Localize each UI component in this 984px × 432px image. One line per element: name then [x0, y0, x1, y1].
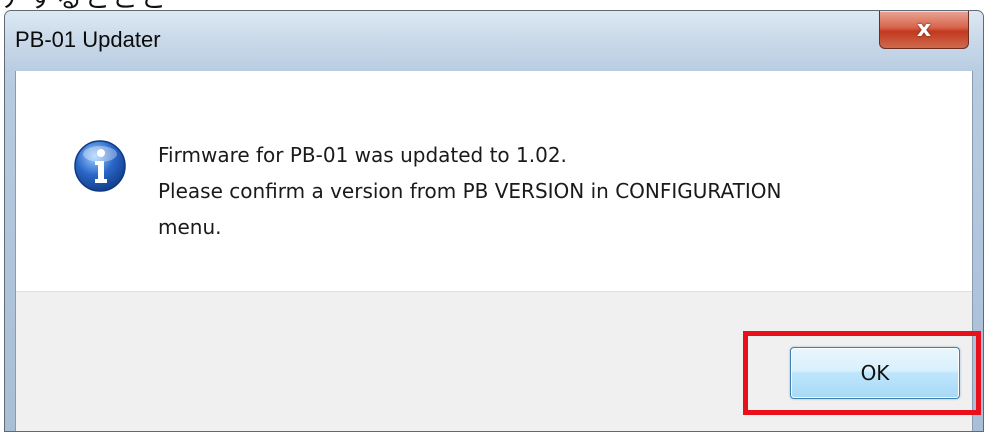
window-title: PB-01 Updater: [15, 27, 161, 52]
dialog-window: PB-01 Updater x Firmware for PB-01 was u…: [4, 10, 984, 432]
dialog-client-area: Firmware for PB-01 was updated to 1.02. …: [15, 71, 981, 431]
message-line: Firmware for PB-01 was updated to 1.02.: [158, 143, 567, 167]
info-icon: [74, 140, 126, 192]
title-bar: PB-01 Updater x: [5, 11, 983, 71]
message-text: Firmware for PB-01 was updated to 1.02. …: [158, 137, 938, 245]
button-bar: OK: [16, 291, 981, 431]
close-button[interactable]: x: [879, 11, 969, 49]
message-area: Firmware for PB-01 was updated to 1.02. …: [16, 71, 972, 291]
message-line: Please confirm a version from PB VERSION…: [158, 179, 782, 203]
ok-button[interactable]: OK: [790, 347, 960, 399]
close-icon: x: [916, 16, 932, 42]
screenshot-stage: アするとこと PB-01 Updater x: [0, 0, 984, 432]
message-line: menu.: [158, 215, 222, 239]
